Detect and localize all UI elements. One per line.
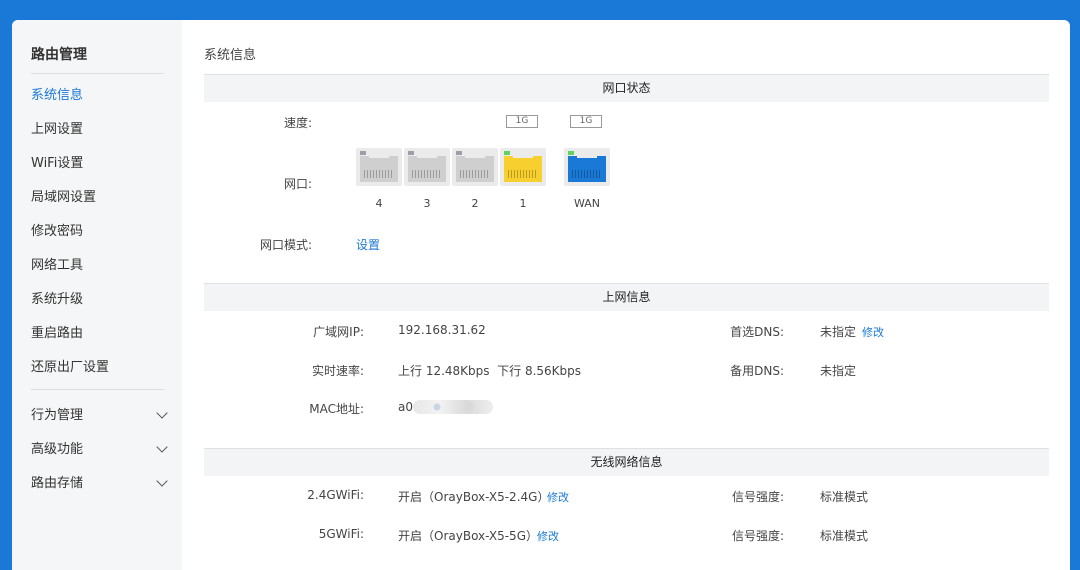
signal-strength-5g-value: 标准模式 (820, 529, 869, 543)
port-number-2: 2 (471, 197, 479, 210)
sidebar-item-internet-settings[interactable]: 上网设置 (31, 120, 166, 140)
sidebar-group-router-storage[interactable]: 路由存储 (31, 474, 168, 494)
section-header-wireless-info: 无线网络信息 (204, 448, 1049, 476)
port-number-1: 1 (519, 197, 527, 210)
sidebar-item-lan-settings[interactable]: 局域网设置 (31, 188, 166, 208)
sidebar: 路由管理 系统信息 上网设置 WiFi设置 局域网设置 修改密码 网络工具 系统… (12, 20, 182, 570)
realtime-rate-label: 实时速率: (311, 364, 364, 378)
port-label: 网口: (283, 177, 312, 191)
mac-address-label: MAC地址: (309, 402, 364, 416)
wifi-24g-label: 2.4GWiFi: (307, 488, 364, 502)
sidebar-group-label: 高级功能 (31, 442, 84, 457)
chevron-down-icon (156, 441, 168, 453)
mac-address-redaction (413, 400, 493, 414)
wan-ip-label: 广域网IP: (313, 325, 364, 339)
lan-port-3 (404, 148, 450, 186)
sidebar-item-network-tools[interactable]: 网络工具 (31, 256, 166, 276)
primary-dns-label: 首选DNS: (730, 325, 784, 339)
port-number-3: 3 (423, 197, 431, 210)
port-mode-label: 网口模式: (259, 238, 312, 252)
section-header-internet-info: 上网信息 (204, 283, 1049, 311)
sidebar-item-system-info[interactable]: 系统信息 (31, 86, 166, 106)
lan-port-4 (356, 148, 402, 186)
sidebar-divider (31, 73, 164, 74)
main-content: 系统信息 网口状态 速度: 1G 1G 网口: 4 3 2 1 WAN 网口模式… (204, 20, 1049, 570)
sidebar-group-label: 行为管理 (31, 408, 84, 423)
wan-speed-badge: 1G (570, 115, 602, 128)
port-number-wan: WAN (573, 197, 601, 210)
wifi-5g-value: 开启（OrayBox-X5-5G） (398, 529, 538, 543)
chevron-down-icon (156, 475, 168, 487)
signal-strength-5g-label: 信号强度: (731, 529, 784, 543)
secondary-dns-value: 未指定 (820, 364, 857, 378)
wan-ip-value: 192.168.31.62 (398, 323, 486, 337)
signal-strength-24g-label: 信号强度: (731, 490, 784, 504)
sidebar-group-advanced-features[interactable]: 高级功能 (31, 440, 168, 460)
sidebar-item-wifi-settings[interactable]: WiFi设置 (31, 154, 166, 174)
wifi-5g-edit-link[interactable]: 修改 (537, 528, 559, 544)
sidebar-group-behavior-management[interactable]: 行为管理 (31, 406, 168, 426)
wifi-5g-label: 5GWiFi: (318, 527, 364, 541)
wan-port (564, 148, 610, 186)
lan-port-2 (452, 148, 498, 186)
lan-speed-badge: 1G (506, 115, 538, 128)
router-admin-window: 路由管理 系统信息 上网设置 WiFi设置 局域网设置 修改密码 网络工具 系统… (12, 20, 1070, 570)
section-header-port-status: 网口状态 (204, 74, 1049, 102)
speed-label: 速度: (283, 116, 312, 130)
sidebar-item-factory-reset[interactable]: 还原出厂设置 (31, 358, 166, 378)
port-mode-settings-link[interactable]: 设置 (356, 236, 380, 253)
sidebar-group-label: 路由存储 (31, 476, 84, 491)
sidebar-item-change-password[interactable]: 修改密码 (31, 222, 166, 242)
mac-address-value: a0 (398, 400, 413, 414)
sidebar-divider (31, 389, 164, 390)
signal-strength-24g-value: 标准模式 (820, 490, 869, 504)
port-number-4: 4 (375, 197, 383, 210)
primary-dns-edit-link[interactable]: 修改 (862, 324, 884, 340)
secondary-dns-label: 备用DNS: (730, 364, 784, 378)
page-title: 系统信息 (204, 48, 257, 63)
sidebar-item-system-upgrade[interactable]: 系统升级 (31, 290, 166, 310)
watermark-logo-icon: 值 (914, 535, 940, 561)
sidebar-title: 路由管理 (31, 47, 87, 63)
realtime-rate-value: 上行 12.48Kbps 下行 8.56Kbps (398, 364, 582, 378)
chevron-down-icon (156, 407, 168, 419)
watermark: 什么值得买 (963, 535, 1068, 559)
wifi-24g-value: 开启（OrayBox-X5-2.4G） (398, 490, 550, 504)
wifi-24g-edit-link[interactable]: 修改 (547, 489, 569, 505)
sidebar-item-reboot-router[interactable]: 重启路由 (31, 324, 166, 344)
primary-dns-value: 未指定 (820, 325, 857, 339)
lan-port-1 (500, 148, 546, 186)
